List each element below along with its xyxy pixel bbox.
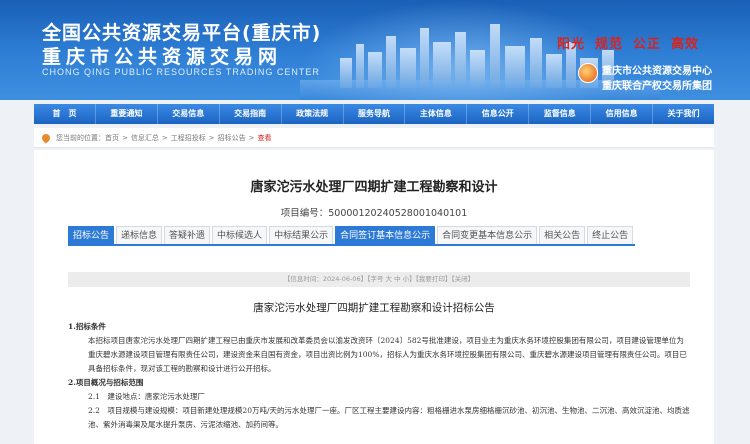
location-pin-icon	[40, 131, 52, 144]
notice-title: 唐家沱污水处理厂四期扩建工程勘察和设计招标公告	[253, 302, 495, 314]
paragraph: 2.1 建设地点：唐家沱污水处理厂	[88, 392, 205, 401]
nav-trading-info[interactable]: 交易信息	[158, 104, 220, 124]
org-logo-icon	[578, 63, 598, 83]
slogan-word: 规范	[595, 37, 624, 52]
tab-contract-signing[interactable]: 合同签订基本信息公示	[335, 226, 436, 244]
breadcrumb-label: 您当前的位置：	[56, 133, 105, 142]
tab-tender-notice[interactable]: 招标公告	[68, 226, 115, 244]
tab-bar: 招标公告 递标信息 答疑补遗 中标候选人 中标结果公示 合同签订基本信息公示 合…	[68, 226, 636, 246]
tab-bid-submission[interactable]: 递标信息	[116, 226, 163, 244]
tab-contract-change[interactable]: 合同变更基本信息公示	[437, 226, 538, 244]
paragraph: 本招标项目唐家沱污水处理厂四期扩建工程已由重庆市发展和改革委员会以渝发改资环〔2…	[88, 336, 687, 373]
breadcrumb-item[interactable]: 信息汇总	[131, 133, 159, 143]
paragraph: 2.2 项目规模与建设规模：项目新建处理规模20万吨/天的污水处理厂一座。厂区工…	[88, 406, 690, 429]
tab-related-notices[interactable]: 相关公告	[539, 226, 586, 244]
project-code: 项目编号：500001202405280010401​01	[34, 205, 714, 219]
breadcrumb-item[interactable]: 工程招投标	[171, 133, 206, 143]
site-subtitle: 重庆市公共资源交易网	[42, 46, 283, 68]
org-name-1: 重庆市公共资源交易中心	[602, 66, 712, 77]
info-bar[interactable]: 【信息时间：2024-06-06】【字号 大 中 小】【我要打印】【关闭】	[68, 272, 690, 287]
project-code-value: 500001202405280010401​01	[328, 208, 468, 219]
nav-supervision[interactable]: 监督信息	[529, 104, 592, 124]
nav-notices[interactable]: 重要通知	[96, 104, 158, 124]
notice-body: 1.招标条件 本招标项目唐家沱污水处理厂四期扩建工程已由重庆市发展和改革委员会以…	[68, 320, 690, 432]
header-banner: 全国公共资源交易平台(重庆市) 重庆市公共资源交易网 CHONG QING PU…	[0, 0, 750, 100]
tab-qa-addendum[interactable]: 答疑补遗	[164, 226, 211, 244]
nav-services[interactable]: 服务导航	[344, 104, 406, 124]
slogan-word: 高效	[671, 37, 700, 52]
nav-policies[interactable]: 政策法规	[282, 104, 344, 124]
tab-termination[interactable]: 终止公告	[587, 226, 634, 244]
breadcrumb-item[interactable]: 招标公告	[218, 133, 246, 143]
main-content: 唐家沱污水处理厂四期扩建工程勘察和设计 项目编号：500001202405280…	[34, 150, 714, 444]
site-title: 全国公共资源交易平台(重庆市)	[42, 22, 322, 44]
slogan: 阳光 规范 公正 高效	[557, 33, 709, 52]
section-heading: 1.招标条件	[68, 322, 106, 331]
nav-disclosure[interactable]: 信息公开	[467, 104, 530, 124]
main-nav: 首 页 重要通知 交易信息 交易指南 政策法规 服务导航 主体信息 信息公开 监…	[34, 104, 714, 124]
slogan-word: 公正	[633, 37, 662, 52]
slogan-word: 阳光	[557, 37, 586, 52]
tab-candidates[interactable]: 中标候选人	[212, 226, 268, 244]
nav-home[interactable]: 首 页	[34, 104, 96, 124]
section-heading: 2.项目概况与招标范围	[68, 378, 144, 387]
nav-entity-info[interactable]: 主体信息	[405, 104, 468, 124]
nav-about[interactable]: 关于我们	[653, 104, 714, 124]
breadcrumb-item[interactable]: 首页	[105, 133, 119, 143]
tab-award-result[interactable]: 中标结果公示	[269, 226, 334, 244]
nav-credit[interactable]: 信用信息	[591, 104, 654, 124]
project-title: 唐家沱污水处理厂四期扩建工程勘察和设计	[250, 180, 498, 195]
org-name-2: 重庆联合产权交易所集团	[602, 81, 712, 92]
breadcrumb: 您当前的位置： 首页 > 信息汇总 > 工程招投标 > 招标公告 > 查看	[34, 128, 714, 148]
nav-trading-guide[interactable]: 交易指南	[220, 104, 282, 124]
project-code-label: 项目编号：	[280, 208, 329, 219]
breadcrumb-current: 查看	[257, 133, 272, 142]
site-title-english: CHONG QING PUBLIC RESOURCES TRADING CENT…	[42, 67, 320, 77]
